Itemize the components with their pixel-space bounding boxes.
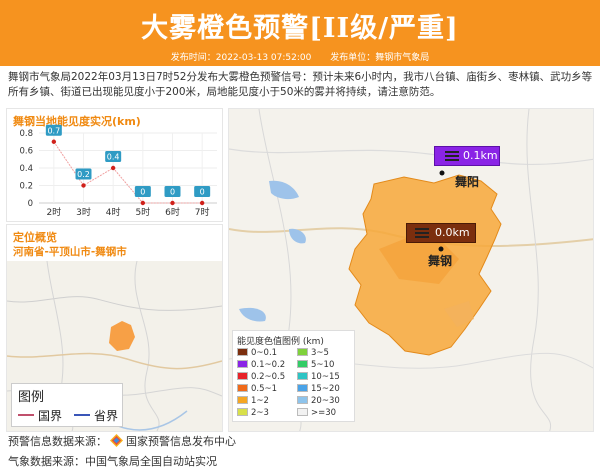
warning-source-prefix: 预警信息数据来源： bbox=[8, 435, 107, 448]
x-tick-label: 3时 bbox=[76, 206, 91, 218]
x-tick-label: 4时 bbox=[106, 206, 121, 218]
legend-label: 1~2 bbox=[251, 396, 269, 406]
wuyang-station-dot[interactable] bbox=[439, 170, 445, 176]
data-point[interactable] bbox=[110, 165, 116, 171]
legend-label: >=30 bbox=[311, 408, 337, 418]
data-point[interactable] bbox=[170, 200, 175, 206]
legend-swatch bbox=[237, 384, 248, 392]
legend-item: 5~10 bbox=[297, 360, 334, 370]
data-label: 0.4 bbox=[107, 153, 120, 162]
legend-item: 0.1~0.2 bbox=[237, 360, 285, 370]
legend-label: 0~0.1 bbox=[251, 348, 278, 358]
warning-title: 大雾橙色预警[II级/严重] bbox=[141, 13, 459, 44]
data-label: 0 bbox=[170, 188, 175, 197]
y-tick-label: 0.6 bbox=[19, 147, 33, 157]
data-label: 0 bbox=[200, 188, 205, 197]
list-icon bbox=[445, 151, 459, 161]
publisher: 发布单位：舞钢市气象局 bbox=[330, 53, 430, 63]
legend-swatch bbox=[297, 408, 308, 416]
y-tick-label: 0.8 bbox=[19, 129, 33, 139]
data-label: 0 bbox=[140, 188, 145, 197]
visibility-panel: 舞钢当地能见度实况(km) 0 0.2 0.4 0.6 0.8 0.7 2时 0.2 3时 0.4… bbox=[6, 108, 223, 222]
location-panel: 定位概览 河南省-平顶山市-舞钢市 图例 国界 省界 bbox=[6, 224, 223, 432]
legend-item: >=30 bbox=[297, 408, 336, 418]
legend-item: 20~30 bbox=[297, 396, 340, 406]
legend-item: 3~5 bbox=[297, 348, 329, 358]
legend-label: 10~15 bbox=[311, 372, 340, 382]
wuyang-value-box[interactable]: 0.1km bbox=[434, 146, 500, 166]
legend-swatch bbox=[297, 384, 308, 392]
data-point[interactable] bbox=[51, 139, 57, 144]
x-tick-label: 5时 bbox=[135, 206, 150, 218]
release-center-logo-icon bbox=[110, 434, 123, 447]
list-icon bbox=[415, 228, 429, 238]
legend-label: 2~3 bbox=[251, 408, 269, 418]
legend-swatch bbox=[237, 372, 248, 380]
legend-item: 0.2~0.5 bbox=[237, 372, 285, 382]
y-tick-label: 0 bbox=[28, 199, 33, 209]
visibility-color-legend: 能见度色值图例 (km) 0~0.1 0.1~0.2 0.2~0.5 0.5~1 1~2… bbox=[232, 330, 355, 422]
national-border-label: 国界 bbox=[38, 409, 63, 423]
x-tick-label: 2时 bbox=[46, 206, 61, 218]
legend-label: 3~5 bbox=[311, 348, 329, 358]
visibility-chart: 0 0.2 0.4 0.6 0.8 0.7 2时 0.2 3时 0.4 4时 0 5时 0 6时 0 7时 bbox=[19, 124, 217, 218]
boundary-legend: 图例 国界 省界 bbox=[11, 383, 123, 427]
legend-swatch bbox=[297, 348, 308, 356]
legend-swatch bbox=[237, 348, 248, 356]
data-point[interactable] bbox=[199, 200, 205, 206]
publish-time: 发布时间：2022-03-13 07:52:00 bbox=[170, 53, 312, 63]
legend-label: 0.5~1 bbox=[251, 384, 278, 394]
legend-swatch bbox=[237, 360, 248, 368]
legend-item: 1~2 bbox=[237, 396, 269, 406]
location-title: 定位概览 bbox=[13, 231, 57, 244]
data-label: 0.2 bbox=[77, 170, 90, 179]
warning-source: 预警信息数据来源： 国家预警信息发布中心 bbox=[8, 433, 236, 449]
wugang-value: 0.0km bbox=[435, 226, 470, 239]
legend-swatch bbox=[297, 360, 308, 368]
warning-notice: 舞钢市气象局2022年03月13日7时52分发布大雾橙色预警信号：预计未来6小时… bbox=[8, 71, 593, 98]
publish-info-bar: 发布时间：2022-03-13 07:52:00 发布单位：舞钢市气象局 bbox=[0, 50, 600, 66]
legend-item: 15~20 bbox=[297, 384, 340, 394]
data-label: 0.7 bbox=[47, 126, 60, 135]
legend-label: 20~30 bbox=[311, 396, 340, 406]
wugang-station-dot[interactable] bbox=[438, 246, 444, 252]
legend-item: 2~3 bbox=[237, 408, 269, 418]
legend-label: 0.1~0.2 bbox=[251, 360, 286, 370]
legend-label: 0.2~0.5 bbox=[251, 372, 286, 382]
y-tick-label: 0.4 bbox=[19, 164, 33, 174]
legend-swatch bbox=[237, 408, 248, 416]
data-point[interactable] bbox=[140, 200, 146, 206]
legend-item: 0~0.1 bbox=[237, 348, 277, 358]
wugang-value-box[interactable]: 0.0km bbox=[406, 223, 476, 243]
wugang-label: 舞钢 bbox=[428, 254, 453, 268]
x-tick-label: 6时 bbox=[165, 206, 180, 218]
legend-item: 10~15 bbox=[297, 372, 340, 382]
x-tick-label: 7时 bbox=[195, 206, 210, 218]
wuyang-label: 舞阳 bbox=[455, 175, 480, 189]
location-path: 河南省-平顶山市-舞钢市 bbox=[13, 246, 127, 258]
y-tick-label: 0.2 bbox=[19, 182, 33, 192]
warning-source-name[interactable]: 国家预警信息发布中心 bbox=[126, 435, 236, 448]
wuyang-value: 0.1km bbox=[463, 149, 498, 162]
legend-item: 0.5~1 bbox=[237, 384, 277, 394]
data-point[interactable] bbox=[81, 183, 86, 188]
legend-swatch bbox=[237, 396, 248, 404]
legend-label: 5~10 bbox=[311, 360, 335, 370]
provincial-border-label: 省界 bbox=[94, 409, 119, 423]
legend-label: 15~20 bbox=[311, 384, 340, 394]
legend-title: 能见度色值图例 (km) bbox=[237, 337, 324, 347]
legend-swatch bbox=[297, 396, 308, 404]
legend-swatch bbox=[297, 372, 308, 380]
boundary-legend-title: 图例 bbox=[18, 390, 45, 405]
weather-data-source: 气象数据来源：中国气象局全国自动站实况 bbox=[8, 455, 217, 468]
warning-header: 大雾橙色预警[II级/严重] 发布时间：2022-03-13 07:52:00 … bbox=[0, 0, 600, 66]
